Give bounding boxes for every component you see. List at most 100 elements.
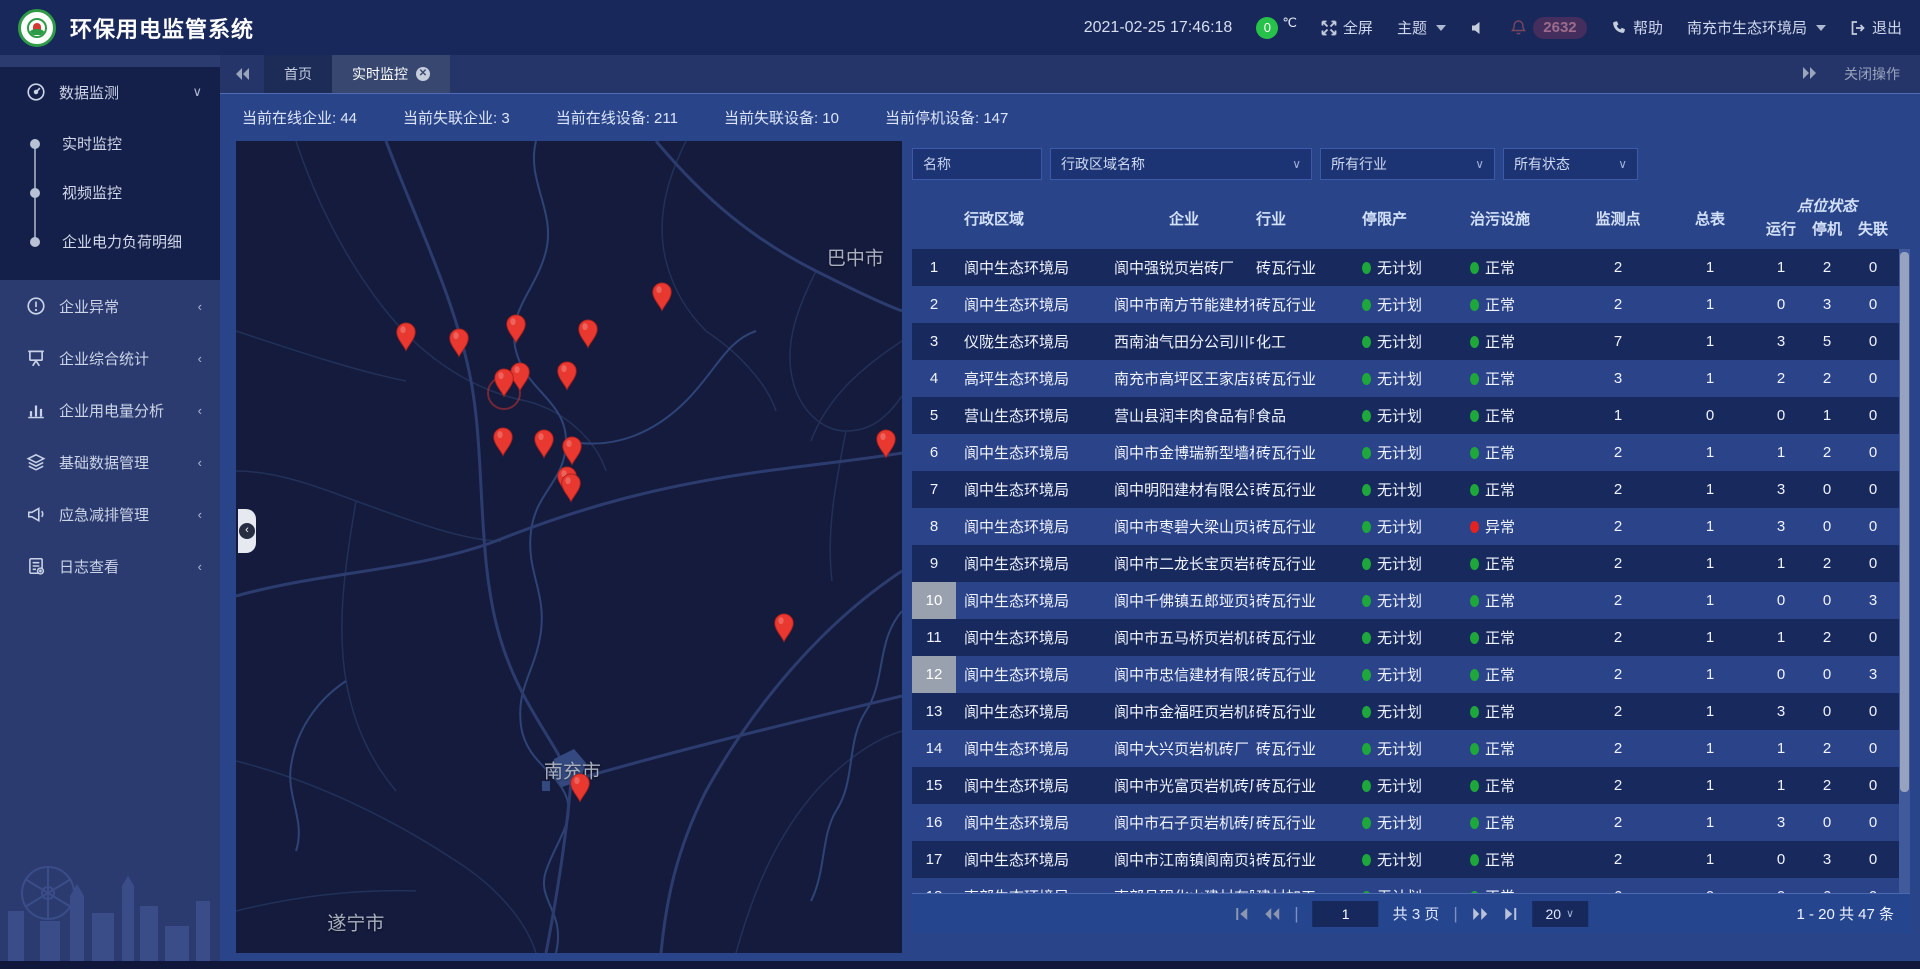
sidebar-item-2[interactable]: 企业综合统计‹ [0,332,220,384]
stop-status-label: 无计划 [1377,664,1422,685]
table-row[interactable]: 17阆中生态环境局阆中市江南镇阆南页岩砖瓦行业无计划正常21030 [912,841,1910,878]
sidebar-subitem-0[interactable]: 实时监控 [0,119,220,168]
table-cell: 高坪生态环境局 [956,360,1106,397]
table-cell: 0 [1850,323,1896,360]
tabs-scroll-left-button[interactable] [220,55,264,93]
table-row[interactable]: 3仪陇生态环境局西南油气田分公司川中化工无计划正常71350 [912,323,1910,360]
map-pin-icon[interactable] [448,328,470,363]
stop-status-cell: 无计划 [1362,656,1470,693]
facility-status-cell: 正常 [1470,730,1574,767]
column-header-region: 行政区域 [956,187,1106,249]
temperature-badge: 0 ℃ [1256,17,1297,39]
stop-status-label: 无计划 [1377,368,1422,389]
stop-status-cell: 无计划 [1362,323,1470,360]
table-row[interactable]: 14阆中生态环境局阆中大兴页岩机砖厂砖瓦行业无计划正常21120 [912,730,1910,767]
scrollbar-thumb[interactable] [1900,252,1909,792]
sidebar-item-0[interactable]: 数据监测∨ [0,67,220,117]
close-operations-button[interactable]: 关闭操作 [1844,64,1900,84]
sidebar-item-6[interactable]: 日志查看‹ [0,540,220,592]
table-row[interactable]: 11阆中生态环境局阆中市五马桥页岩机砖砖瓦行业无计划正常21120 [912,619,1910,656]
table-cell: 3 [1804,286,1850,323]
industry-select[interactable]: 所有行业 ∨ [1320,148,1495,180]
table-row[interactable]: 7阆中生态环境局阆中明阳建材有限公司砖瓦行业无计划正常21300 [912,471,1910,508]
map-pin-icon[interactable] [875,429,897,464]
table-cell: 1 [1662,804,1758,841]
table-cell: 南部生态环境局 [956,878,1106,893]
page-number-input[interactable] [1313,901,1379,927]
table-row[interactable]: 16阆中生态环境局阆中市石子页岩机砖厂砖瓦行业无计划正常21300 [912,804,1910,841]
sidebar-item-1[interactable]: 企业异常‹ [0,280,220,332]
row-number: 5 [912,397,956,434]
sidebar-item-label: 应急减排管理 [59,504,149,525]
name-search-input[interactable] [912,148,1042,180]
tabs-scroll-right-button[interactable] [1802,66,1818,83]
column-group-point-status: 点位状态 运行 停机 失联 [1758,187,1896,249]
map-panel[interactable]: ‹ 巴中市南充市遂宁市 [236,141,902,953]
table-row[interactable]: 5营山生态环境局营山县润丰肉食品有限食品无计划正常10010 [912,397,1910,434]
sidebar-item-5[interactable]: 应急减排管理‹ [0,488,220,540]
table-row[interactable]: 12阆中生态环境局阆中市忠信建材有限公砖瓦行业无计划正常21003 [912,656,1910,693]
sidebar-subitem-2[interactable]: 企业电力负荷明细 [0,217,220,266]
table-row[interactable]: 13阆中生态环境局阆中市金福旺页岩机砖砖瓦行业无计划正常21300 [912,693,1910,730]
map-pin-icon[interactable] [533,429,555,464]
table-cell: 营山生态环境局 [956,397,1106,434]
last-page-button[interactable] [1503,907,1518,921]
table-row[interactable]: 9阆中生态环境局阆中市二龙长宝页岩砖砖瓦行业无计划正常21120 [912,545,1910,582]
table-row[interactable]: 2阆中生态环境局阆中市南方节能建材有砖瓦行业无计划正常21030 [912,286,1910,323]
map-pin-icon[interactable] [556,361,578,396]
logout-button[interactable]: 退出 [1850,17,1902,38]
fullscreen-button[interactable]: 全屏 [1321,17,1373,38]
tab-realtime-monitor[interactable]: 实时监控 ✕ [332,55,450,93]
row-number-cell: 17 [912,841,956,878]
map-pin-icon[interactable] [773,613,795,648]
stop-status-cell: 无计划 [1362,730,1470,767]
page-size-select[interactable]: 20 ∨ [1532,901,1588,927]
table-cell: 1 [1662,249,1758,286]
tab-home[interactable]: 首页 [264,55,332,93]
map-pin-icon[interactable] [493,368,515,403]
table-cell: 阆中生态环境局 [956,545,1106,582]
org-dropdown[interactable]: 南充市生态环境局 [1687,17,1826,38]
sidebar-item-3[interactable]: 企业用电量分析‹ [0,384,220,436]
theme-dropdown[interactable]: 主题 [1397,17,1446,38]
stop-status-cell: 无计划 [1362,582,1470,619]
map-pin-icon[interactable] [560,473,582,508]
map-pin-icon[interactable] [577,319,599,354]
table-row[interactable]: 15阆中生态环境局阆中市光富页岩机砖厂砖瓦行业无计划正常21120 [912,767,1910,804]
table-cell: 3 [1574,360,1662,397]
mute-button[interactable] [1470,20,1486,36]
table-row[interactable]: 6阆中生态环境局阆中市金博瑞新型墙材砖瓦行业无计划正常21120 [912,434,1910,471]
sidebar-collapse-handle[interactable]: ‹ [238,509,256,553]
table-row[interactable]: 18南部生态环境局南部县砚化山建材有限建材加工无计划正常60060 [912,878,1910,893]
prev-page-button[interactable] [1263,907,1280,921]
table-cell: 3 [1850,582,1896,619]
table-row[interactable]: 4高坪生态环境局南充市高坪区王家店建砖瓦行业无计划正常31220 [912,360,1910,397]
next-page-button[interactable] [1472,907,1489,921]
table-scrollbar[interactable] [1899,249,1910,893]
notifications[interactable]: 2632 [1510,17,1587,39]
map-pin-icon[interactable] [569,773,591,808]
map-pin-icon[interactable] [651,282,673,317]
map-pin-icon[interactable] [492,427,514,462]
first-page-button[interactable] [1234,907,1249,921]
status-select[interactable]: 所有状态 ∨ [1503,148,1638,180]
status-dot-icon [1470,669,1479,681]
map-pin-icon[interactable] [395,322,417,357]
chevron-down-icon: ∨ [192,84,202,100]
map-pin-icon[interactable] [505,314,527,349]
region-select[interactable]: 行政区域名称 ∨ [1050,148,1312,180]
sidebar-subitem-1[interactable]: 视频监控 [0,168,220,217]
table-row[interactable]: 1阆中生态环境局阆中强锐页岩砖厂砖瓦行业无计划正常21120 [912,249,1910,286]
stop-status-cell: 无计划 [1362,767,1470,804]
stop-status-cell: 无计划 [1362,360,1470,397]
stop-status-label: 无计划 [1377,442,1422,463]
row-number: 2 [912,286,956,323]
row-number: 13 [912,693,956,730]
table-row[interactable]: 10阆中生态环境局阆中千佛镇五郎垭页岩砖瓦行业无计划正常21003 [912,582,1910,619]
table-cell: 砖瓦行业 [1254,730,1362,767]
help-label: 帮助 [1633,17,1663,38]
table-row[interactable]: 8阆中生态环境局阆中市枣碧大梁山页岩砖瓦行业无计划异常21300 [912,508,1910,545]
sidebar-item-4[interactable]: 基础数据管理‹ [0,436,220,488]
tab-close-icon[interactable]: ✕ [416,67,430,81]
help-button[interactable]: 帮助 [1611,17,1663,38]
